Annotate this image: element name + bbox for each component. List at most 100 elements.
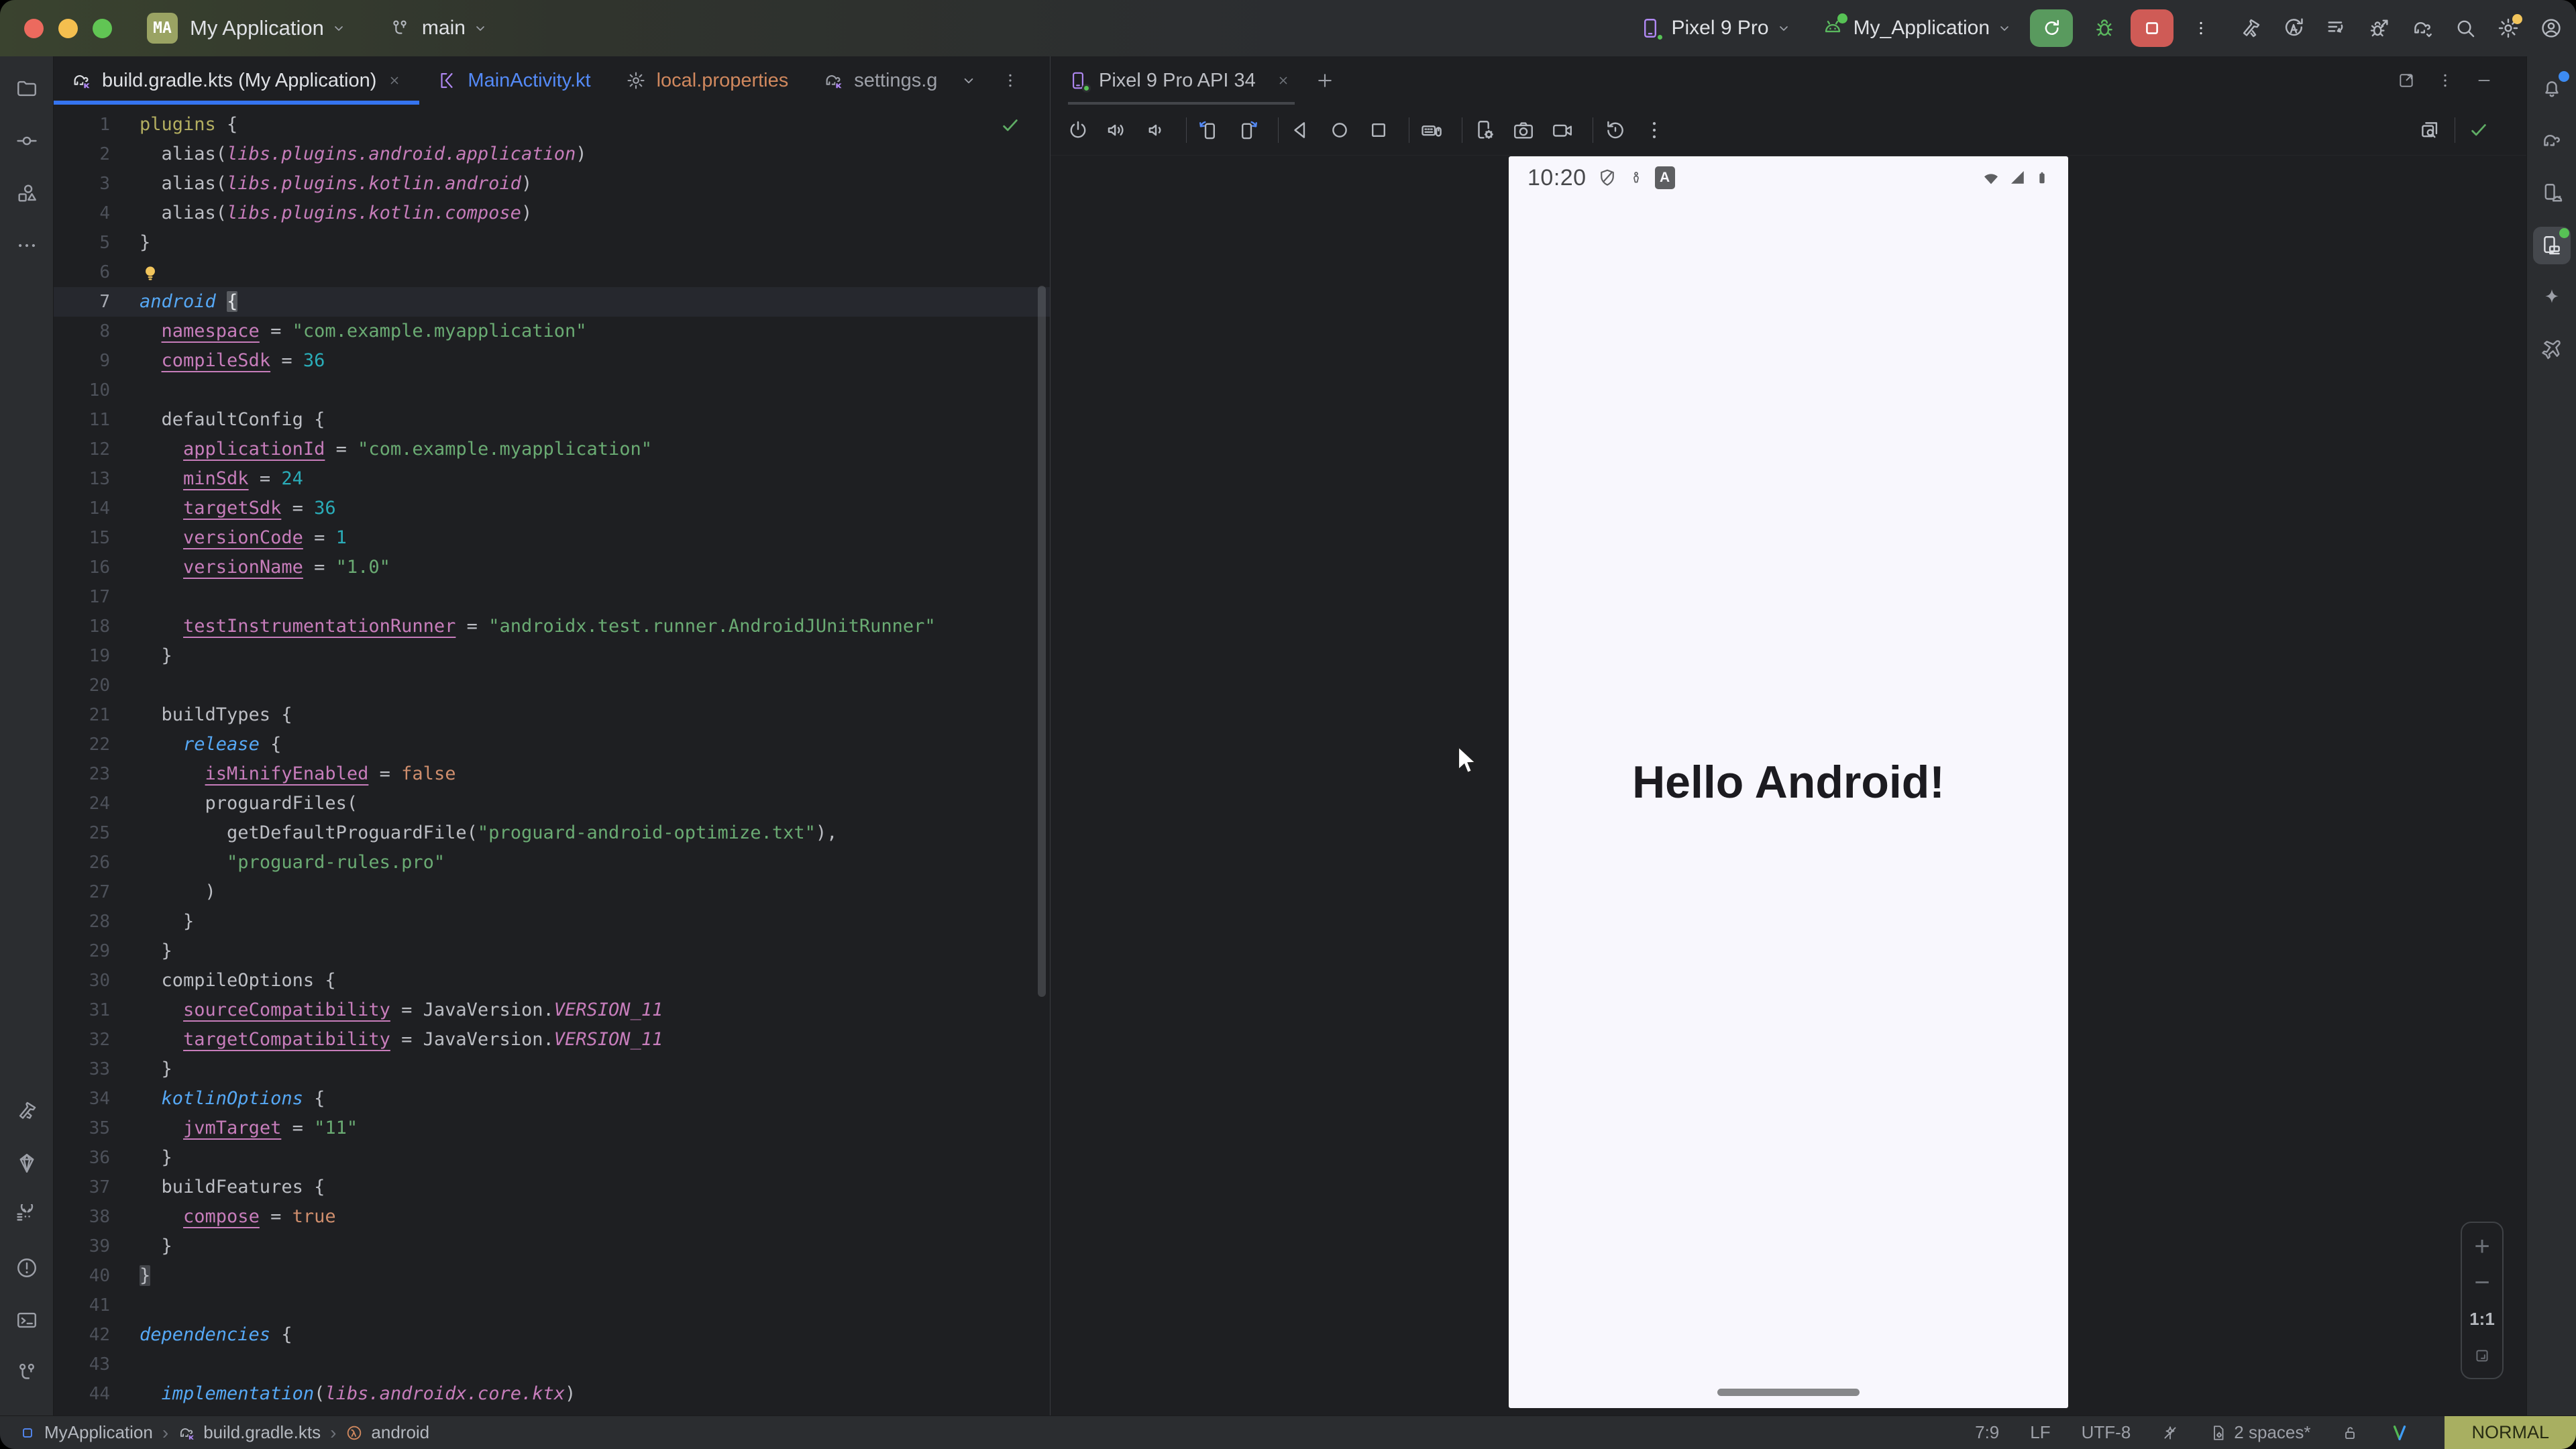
- attach-debugger-icon[interactable]: [2368, 17, 2391, 40]
- close-icon[interactable]: [387, 73, 402, 88]
- profile-icon[interactable]: [2540, 17, 2563, 40]
- line-number[interactable]: 24: [54, 789, 140, 818]
- line-number[interactable]: 23: [54, 759, 140, 789]
- zoom-actual-size-button[interactable]: 1:1: [2469, 1309, 2495, 1330]
- toolwindow-airplane-button[interactable]: [2533, 331, 2571, 369]
- inspections-ok-icon[interactable]: [1000, 115, 1020, 136]
- power-icon[interactable]: [1067, 119, 1089, 142]
- toolwindow-gemini-button[interactable]: [8, 1144, 46, 1182]
- search-icon[interactable]: [2454, 17, 2477, 40]
- run-list-icon[interactable]: [2325, 17, 2348, 40]
- open-new-icon[interactable]: [2398, 72, 2415, 89]
- line-number[interactable]: 25: [54, 818, 140, 848]
- intention-bulb-icon[interactable]: [140, 262, 161, 284]
- line-number[interactable]: 21: [54, 700, 140, 730]
- device-screen[interactable]: 10:20 A Hello Android!: [1509, 156, 2068, 1408]
- editor-tab-1[interactable]: MainActivity.kt: [419, 56, 608, 105]
- line-number[interactable]: 8: [54, 317, 140, 346]
- home-icon[interactable]: [1328, 119, 1351, 142]
- zoom-to-fit-button[interactable]: [2473, 1347, 2491, 1364]
- indent-widget[interactable]: 2 spaces*: [2210, 1422, 2310, 1443]
- line-number[interactable]: 28: [54, 907, 140, 936]
- breadcrumb-item[interactable]: build.gradle.kts: [178, 1422, 321, 1443]
- line-number[interactable]: 15: [54, 523, 140, 553]
- line-number[interactable]: 26: [54, 848, 140, 877]
- kebab-icon[interactable]: [1643, 119, 1666, 142]
- debug-button[interactable]: [2093, 17, 2116, 40]
- gradle-sync-icon[interactable]: [2411, 17, 2434, 40]
- line-number[interactable]: 20: [54, 671, 140, 700]
- run-configuration-selector[interactable]: My_Application: [1854, 17, 1990, 40]
- line-number[interactable]: 1: [54, 110, 140, 140]
- line-number[interactable]: 44: [54, 1379, 140, 1409]
- editor-tab-0[interactable]: build.gradle.kts (My Application): [54, 56, 419, 105]
- toolwindow-profiler-button[interactable]: [8, 1197, 46, 1234]
- ai-assistant-off-icon[interactable]: [2161, 1424, 2179, 1442]
- line-number[interactable]: 30: [54, 966, 140, 996]
- line-number[interactable]: 13: [54, 464, 140, 494]
- toolwindow-folder-button[interactable]: [8, 70, 46, 107]
- zoom-out-button[interactable]: −: [2474, 1274, 2489, 1291]
- line-number[interactable]: 41: [54, 1291, 140, 1320]
- breadcrumb-item[interactable]: android: [345, 1422, 429, 1443]
- toolwindow-hammer-button[interactable]: [8, 1092, 46, 1130]
- toolwindow-commit-button[interactable]: [8, 122, 46, 160]
- line-number[interactable]: 9: [54, 346, 140, 376]
- chevron-down-icon[interactable]: [960, 72, 977, 89]
- overview-icon[interactable]: [1367, 119, 1390, 142]
- toolwindow-problems-button[interactable]: [8, 1249, 46, 1287]
- line-number[interactable]: 37: [54, 1173, 140, 1202]
- line-number[interactable]: 5: [54, 228, 140, 258]
- minus-icon[interactable]: [2475, 72, 2493, 89]
- rotate-left-icon[interactable]: [1197, 119, 1220, 142]
- more-actions-button[interactable]: [2192, 19, 2210, 37]
- back-icon[interactable]: [1289, 119, 1312, 142]
- editor-scrollbar[interactable]: [1038, 286, 1046, 997]
- line-number[interactable]: 11: [54, 405, 140, 435]
- minimize-window-button[interactable]: [58, 19, 78, 38]
- rerun-button[interactable]: [2030, 9, 2073, 47]
- line-number[interactable]: 4: [54, 199, 140, 228]
- hardware-input-icon[interactable]: [1420, 119, 1443, 142]
- toolwindow-bell-button[interactable]: [2533, 70, 2571, 107]
- line-number[interactable]: 38: [54, 1202, 140, 1232]
- project-widget[interactable]: My Application: [190, 16, 324, 40]
- device-nav-handle[interactable]: [1717, 1389, 1860, 1396]
- rotate-right-icon[interactable]: [1236, 119, 1259, 142]
- line-number[interactable]: 10: [54, 376, 140, 405]
- line-number[interactable]: 22: [54, 730, 140, 759]
- toolwindow-more-horizontal-button[interactable]: [8, 227, 46, 264]
- toolwindow-running-devices-button[interactable]: [2533, 227, 2571, 264]
- build-hammer-icon[interactable]: [2239, 17, 2262, 40]
- zoom-in-button[interactable]: +: [2474, 1236, 2489, 1256]
- line-ending-widget[interactable]: LF: [2030, 1422, 2050, 1443]
- caret-position-widget[interactable]: 7:9: [1975, 1422, 1999, 1443]
- line-number[interactable]: 43: [54, 1350, 140, 1379]
- editor-tab-3[interactable]: settings.g: [806, 56, 955, 105]
- line-number[interactable]: 6: [54, 258, 140, 287]
- add-device-tab-button[interactable]: [1315, 70, 1335, 91]
- toolwindow-gemini-sparkle-button[interactable]: [2533, 279, 2571, 317]
- reset-icon[interactable]: [1604, 119, 1627, 142]
- volume-down-icon[interactable]: [1144, 119, 1167, 142]
- line-number[interactable]: 35: [54, 1114, 140, 1143]
- toolwindow-device-manager-button[interactable]: [2533, 174, 2571, 212]
- editor-tab-2[interactable]: local.properties: [608, 56, 806, 105]
- line-number[interactable]: 12: [54, 435, 140, 464]
- line-number[interactable]: 34: [54, 1084, 140, 1114]
- line-number[interactable]: 14: [54, 494, 140, 523]
- screenshot-icon[interactable]: [1512, 119, 1535, 142]
- line-number[interactable]: 42: [54, 1320, 140, 1350]
- ideavim-icon[interactable]: [2390, 1423, 2410, 1443]
- line-number[interactable]: 31: [54, 996, 140, 1025]
- line-number[interactable]: 39: [54, 1232, 140, 1261]
- line-number[interactable]: 36: [54, 1143, 140, 1173]
- line-number[interactable]: 19: [54, 641, 140, 671]
- lock-open-icon[interactable]: [2341, 1424, 2359, 1442]
- toolwindow-terminal-button[interactable]: [8, 1301, 46, 1339]
- close-icon[interactable]: [1276, 73, 1291, 88]
- line-number[interactable]: 18: [54, 612, 140, 641]
- toolwindow-shapes-button[interactable]: [8, 174, 46, 212]
- line-number[interactable]: 27: [54, 877, 140, 907]
- volume-up-icon[interactable]: [1106, 119, 1128, 142]
